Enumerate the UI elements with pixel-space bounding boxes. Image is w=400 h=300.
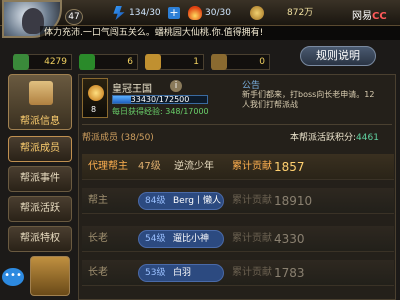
- resource-4: 0: [211, 54, 270, 70]
- member-role: 代理帮主: [88, 161, 128, 172]
- member-role: 长老: [88, 233, 108, 244]
- divider: [82, 124, 392, 125]
- nav-item-activity[interactable]: 帮派活跃: [8, 196, 72, 222]
- member-level: 54级: [145, 234, 166, 244]
- member-level: 84级: [145, 196, 166, 206]
- nav-item-members[interactable]: 帮派成员: [8, 136, 72, 162]
- guild-exp-bar: 33430/172500: [112, 95, 208, 104]
- nav-item-events[interactable]: 帮派事件: [8, 166, 72, 192]
- nav-item-privileges[interactable]: 帮派特权: [8, 226, 72, 252]
- member-name-pill[interactable]: 84级 Berg丨懒人: [138, 192, 224, 210]
- member-row[interactable]: 长老 53级 白羽 累计贡献 1783: [82, 260, 394, 286]
- nav-item-guild-info-label: 帮派信息: [20, 116, 60, 127]
- treasure-icon[interactable]: [30, 256, 70, 296]
- resource-2-icon: [79, 54, 95, 70]
- daily-exp: 每日获得经验: 348/17000: [112, 107, 209, 116]
- resource-2: 6: [79, 54, 138, 70]
- member-level: 53级: [145, 268, 166, 278]
- notice-text: 新手们都来，打boss向长老申请。12人我们打帮派战: [242, 90, 375, 109]
- member-name: 白羽: [173, 268, 192, 278]
- stamina-value: 134/30: [129, 8, 161, 18]
- member-row[interactable]: 帮主 84级 Berg丨懒人 累计贡献 18910: [82, 188, 394, 214]
- activity-score-label: 本帮派活跃积分:: [290, 133, 357, 143]
- chat-bubble-icon[interactable]: •••: [2, 268, 24, 286]
- resource-4-icon: [211, 54, 227, 70]
- coins-stat: 872万: [250, 6, 313, 20]
- member-role: 长老: [88, 267, 108, 278]
- members-count-label: 帮派成员 (38/50): [82, 133, 154, 143]
- member-name-pill[interactable]: 53级 白羽: [138, 264, 224, 282]
- member-name: 遛比小神: [173, 234, 210, 244]
- coins-value: 872万: [287, 8, 314, 18]
- member-name: Berg丨懒人: [173, 196, 221, 206]
- activity-score-value: 4461: [356, 133, 379, 143]
- member-contrib-value: 1857: [274, 160, 305, 174]
- member-row[interactable]: 代理帮主 47级 逆流少年 累计贡献 1857: [82, 154, 394, 180]
- resource-3-icon: [145, 54, 161, 70]
- member-contrib-label: 累计贡献: [232, 195, 272, 206]
- member-name: 逆流少年: [174, 161, 214, 172]
- energy-value: 30/30: [205, 8, 231, 18]
- guild-exp-text: 33430/172500: [130, 95, 190, 104]
- member-contrib-label: 累计贡献: [232, 161, 272, 172]
- energy-stat: 30/30: [188, 6, 231, 20]
- player-level-badge: 47: [65, 9, 83, 25]
- guild-level: 8: [91, 105, 97, 114]
- lightning-icon: [113, 6, 125, 20]
- member-level: 47级: [138, 161, 161, 172]
- nav-item-guild-info[interactable]: 帮派信息: [8, 74, 72, 130]
- member-row[interactable]: 长老 54级 遛比小神 累计贡献 4330: [82, 226, 394, 252]
- top-bar: 47 134/30 + 30/30 872万 网易CC: [0, 0, 400, 38]
- fire-icon: [188, 6, 202, 20]
- activity-score: 本帮派活跃积分:4461: [290, 130, 379, 143]
- rules-button[interactable]: 规则说明: [300, 46, 376, 66]
- info-icon[interactable]: i: [170, 80, 182, 92]
- guild-name: 皇冠王国: [112, 84, 152, 95]
- scroll-icon: [29, 81, 53, 105]
- member-contrib-value: 1783: [274, 266, 305, 280]
- announcement-marquee: 体力充沛.一口气闯五关么。蟠桃园大仙桃.你.值得拥有!: [40, 26, 400, 40]
- member-role: 帮主: [88, 195, 108, 206]
- guild-card: 8 皇冠王国 i 33430/172500 每日获得经验: 348/17000: [82, 78, 232, 122]
- member-contrib-label: 累计贡献: [232, 233, 272, 244]
- member-contrib-value: 4330: [274, 232, 305, 246]
- stamina-stat: 134/30: [112, 6, 161, 20]
- member-contrib-label: 累计贡献: [232, 267, 272, 278]
- brand-logo: 网易CC: [352, 11, 387, 22]
- resource-1: 4279: [13, 54, 72, 70]
- add-stamina-button[interactable]: +: [168, 7, 180, 19]
- resource-3: 1: [145, 54, 204, 70]
- member-name-pill[interactable]: 54级 遛比小神: [138, 230, 224, 248]
- member-contrib-value: 18910: [274, 194, 313, 208]
- resource-1-icon: [13, 54, 29, 70]
- coin-icon: [250, 6, 264, 20]
